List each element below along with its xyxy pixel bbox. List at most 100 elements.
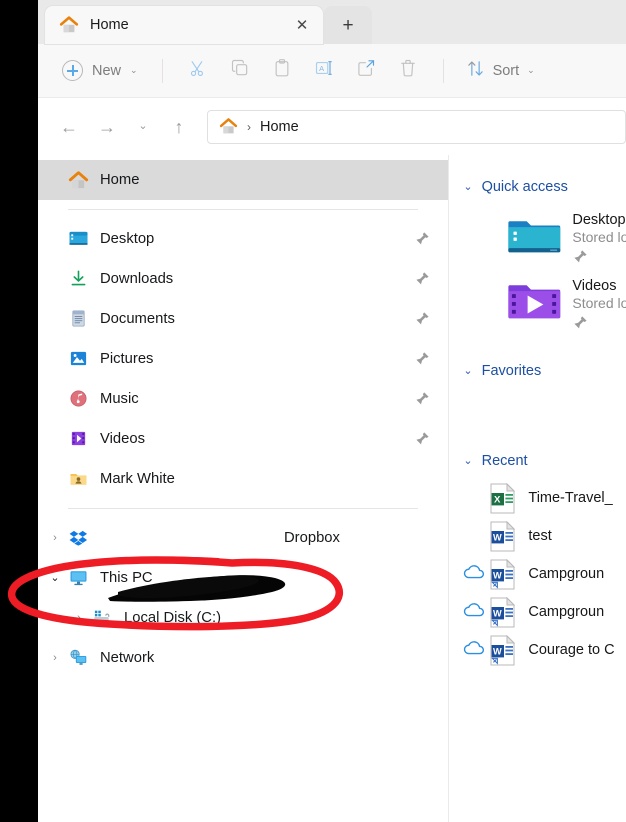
main-pane: ⌄ Quick access Desktop Stored lo Videos …	[449, 155, 626, 822]
thispc-icon	[68, 568, 90, 588]
dropbox-icon	[68, 528, 90, 548]
sort-button[interactable]: Sort ⌄	[458, 53, 543, 89]
pin-icon[interactable]	[414, 351, 430, 367]
sidebar-item-pictures[interactable]: Pictures	[38, 339, 448, 379]
recent-item[interactable]: W Campgroun	[449, 593, 626, 631]
quick-access-name: Videos	[572, 278, 617, 294]
sidebar-item-label: Local Disk (C:)	[124, 610, 222, 626]
word-file-icon: W	[489, 558, 516, 590]
toolbar-divider	[161, 58, 163, 83]
sidebar-item-mark-white[interactable]: Mark White	[38, 459, 448, 499]
recent-item[interactable]: W Courage to C	[449, 631, 626, 669]
chevron-down-icon[interactable]: ⌄	[463, 365, 472, 377]
group-header-recent[interactable]: ⌄ Recent	[449, 447, 626, 475]
chevron-right-icon[interactable]: ›	[66, 612, 92, 624]
chevron-right-icon[interactable]: ›	[42, 652, 68, 664]
address-bar-row: ← → ⌄ ↑ › Home	[38, 98, 626, 155]
command-bar: New ⌄ A Sort ⌄	[38, 44, 626, 98]
recent-item[interactable]: W test	[449, 517, 626, 555]
pin-icon[interactable]	[414, 431, 430, 447]
paste-icon	[272, 58, 292, 83]
chevron-down-icon[interactable]: ⌄	[42, 572, 68, 584]
recent-item-name: Campgroun	[528, 566, 605, 582]
quick-access-item-desktop[interactable]: Desktop Stored lo	[449, 205, 626, 271]
share-button[interactable]	[345, 53, 387, 89]
home-icon	[59, 15, 79, 35]
recent-item-name: Campgroun	[528, 604, 605, 620]
copy-icon	[230, 58, 250, 83]
group-header-quick-access[interactable]: ⌄ Quick access	[449, 173, 626, 201]
chevron-down-icon: ⌄	[130, 65, 138, 75]
chevron-down-icon: ⌄	[527, 65, 535, 75]
cloud-icon	[463, 564, 489, 585]
trash-icon	[398, 58, 418, 83]
sidebar-item-videos[interactable]: Videos	[38, 419, 448, 459]
address-bar[interactable]: › Home	[207, 109, 626, 144]
rename-icon: A	[314, 58, 334, 83]
sidebar-item-home[interactable]: Home	[38, 160, 449, 200]
new-button[interactable]: New ⌄	[56, 54, 148, 87]
videos-icon	[68, 429, 90, 449]
cut-button[interactable]	[177, 53, 219, 89]
group-title: Quick access	[481, 179, 568, 195]
sidebar-divider	[68, 209, 419, 210]
cut-icon	[188, 59, 207, 83]
forward-button[interactable]: →	[88, 110, 126, 144]
sidebar-item-downloads[interactable]: Downloads	[38, 259, 448, 299]
paste-button[interactable]	[261, 53, 303, 89]
explorer-window: Home ✕ + New ⌄ A Sort ⌄ ← → ⌄ ↑ › Home H…	[38, 0, 626, 822]
rename-button[interactable]: A	[303, 53, 345, 89]
chevron-down-icon[interactable]: ⌄	[463, 455, 472, 467]
breadcrumb-separator: ›	[247, 119, 251, 134]
sidebar-item-this-pc[interactable]: ⌄ This PC	[38, 558, 448, 598]
pin-icon[interactable]	[414, 271, 430, 287]
file-explorer-screenshot: Home ✕ + New ⌄ A Sort ⌄ ← → ⌄ ↑ › Home H…	[0, 0, 626, 822]
downloads-icon	[68, 269, 90, 289]
share-icon	[356, 58, 376, 83]
chevron-down-icon[interactable]: ⌄	[463, 181, 472, 193]
sidebar-item-dropbox[interactable]: › Dropbox	[38, 518, 448, 558]
svg-text:W: W	[493, 647, 502, 657]
sidebar-item-network[interactable]: › Network	[38, 638, 448, 678]
pin-icon[interactable]	[414, 391, 430, 407]
toolbar-divider-2	[442, 58, 444, 83]
pin-icon[interactable]	[414, 231, 430, 247]
left-redaction-gutter	[0, 0, 38, 822]
up-button[interactable]: ↑	[160, 110, 198, 144]
svg-text:W: W	[493, 609, 502, 619]
group-title: Recent	[481, 453, 528, 469]
svg-text:X: X	[494, 495, 501, 506]
pin-icon[interactable]	[414, 311, 430, 327]
copy-button[interactable]	[219, 53, 261, 89]
network-icon	[68, 648, 90, 668]
back-button[interactable]: ←	[50, 110, 88, 144]
tab-strip: Home ✕ +	[38, 0, 626, 44]
sidebar-item-local-disk[interactable]: › Local Disk (C:)	[38, 598, 448, 638]
sidebar-item-label: Mark White	[100, 471, 175, 487]
pin-icon[interactable]	[572, 249, 588, 265]
recent-item[interactable]: X Time-Travel_	[449, 479, 626, 517]
sidebar-item-music[interactable]: Music	[38, 379, 448, 419]
quick-access-name: Desktop	[572, 212, 626, 228]
delete-button[interactable]	[387, 53, 429, 89]
recent-locations-button[interactable]: ⌄	[126, 110, 160, 144]
sidebar-item-documents[interactable]: Documents	[38, 299, 448, 339]
new-tab-button[interactable]: +	[324, 6, 372, 44]
chevron-right-icon[interactable]: ›	[42, 532, 68, 544]
pin-icon[interactable]	[572, 315, 588, 331]
recent-item[interactable]: W Campgroun	[449, 555, 626, 593]
svg-text:W: W	[493, 571, 502, 581]
documents-icon	[68, 309, 90, 329]
tab-home[interactable]: Home ✕	[45, 6, 323, 44]
quick-access-item-videos[interactable]: Videos Stored lo	[449, 271, 626, 337]
recent-item-name: test	[528, 528, 552, 544]
pictures-icon	[68, 349, 90, 369]
quick-access-subtitle: Stored lo	[572, 295, 626, 311]
sidebar-item-label: Documents	[100, 311, 175, 327]
sidebar-item-desktop[interactable]: Desktop	[38, 219, 448, 259]
desktop-folder-icon	[507, 211, 562, 257]
group-header-favorites[interactable]: ⌄ Favorites	[449, 357, 626, 385]
breadcrumb: Home	[260, 118, 299, 135]
close-icon[interactable]: ✕	[289, 12, 315, 38]
recent-item-name: Courage to C	[528, 642, 615, 658]
